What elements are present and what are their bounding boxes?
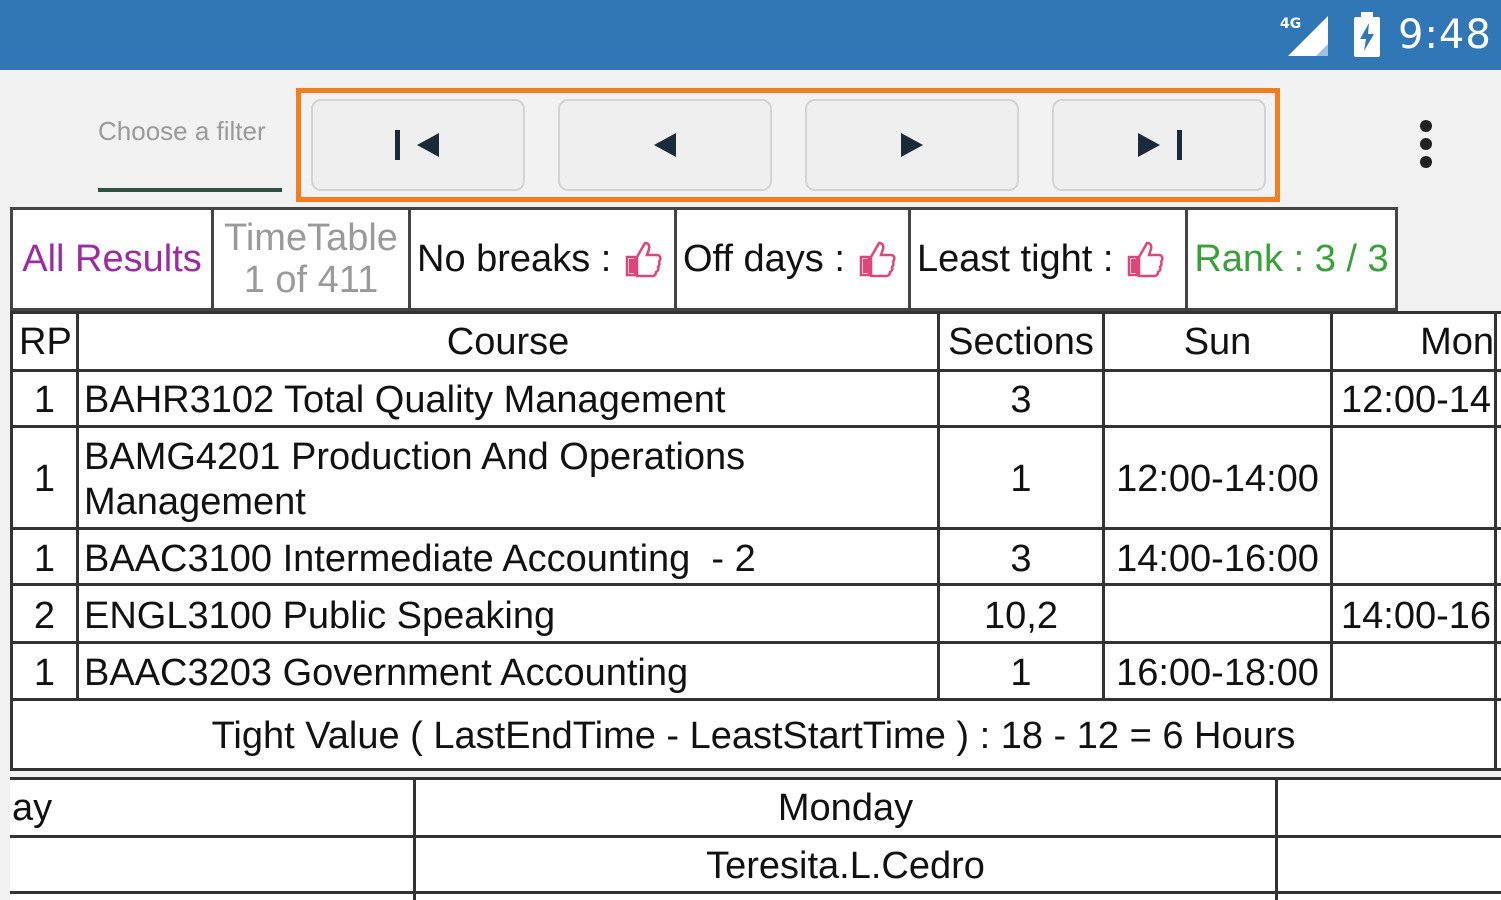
- timetable-label: TimeTable: [224, 217, 398, 259]
- schedule-header-monday: Monday: [777, 787, 914, 829]
- next-arrow-icon: [901, 133, 923, 157]
- next-page-button[interactable]: [805, 99, 1019, 191]
- off-days-filter[interactable]: Off days :: [677, 210, 911, 308]
- cell-sections: 1: [1010, 458, 1032, 500]
- off-days-label: Off days :: [683, 237, 845, 280]
- previous-arrow-icon: [654, 133, 676, 157]
- summary-bar: All Results TimeTable 1 of 411 No breaks…: [10, 207, 1398, 311]
- timetable-counter: TimeTable 1 of 411: [214, 210, 411, 308]
- all-results-label: All Results: [22, 237, 202, 280]
- filter-underline: [98, 188, 282, 192]
- last-page-button[interactable]: [1052, 99, 1266, 191]
- header-rp: RP: [19, 321, 72, 363]
- cell-course: BAMG4201 Production And Operations: [84, 436, 746, 478]
- cell-rp: 1: [33, 538, 56, 580]
- cell-sun: 12:00-14:00: [1116, 458, 1319, 500]
- cell-rp: 1: [33, 379, 56, 421]
- timetable-count: 1 of 411: [243, 259, 379, 301]
- least-tight-filter[interactable]: Least tight :: [911, 210, 1188, 308]
- first-page-button[interactable]: [311, 99, 525, 191]
- tight-value-summary: Tight Value ( LastEndTime - LeastStartTi…: [211, 715, 1296, 757]
- thumbs-up-icon: [1128, 241, 1165, 278]
- cell-rp: 1: [33, 652, 56, 694]
- cell-sun: 16:00-18:00: [1116, 652, 1319, 694]
- cell-course: ENGL3100 Public Speaking: [84, 595, 556, 637]
- timetable-table: RP Course Sections Sun Mon 1 BAHR3102 To…: [10, 311, 1501, 771]
- thumbs-up-icon: [859, 241, 896, 278]
- rank-text: Rank : 3 / 3: [1194, 237, 1389, 280]
- schedule-header-day: ay: [12, 787, 53, 829]
- cell-mon: 14:00-16: [1341, 595, 1492, 637]
- header-mon: Mon: [1420, 321, 1494, 363]
- cell-mon: 12:00-14: [1341, 379, 1492, 421]
- least-tight-label: Least tight :: [917, 237, 1114, 280]
- rank-label: Rank : 3 / 3: [1188, 210, 1395, 308]
- weekly-schedule-table: ay Monday Teresita.L.Cedro: [10, 777, 1501, 900]
- status-bar: 4G 9:48: [0, 0, 1501, 70]
- thumbs-up-icon: [626, 241, 662, 278]
- cell-sun: 14:00-16:00: [1116, 538, 1319, 580]
- skip-to-first-icon: [395, 130, 439, 160]
- overflow-menu-icon[interactable]: [1405, 118, 1449, 170]
- battery-charging-icon: [1354, 12, 1380, 57]
- page-navigation: [296, 88, 1280, 202]
- cell-sections: 1: [1010, 652, 1032, 694]
- cell-course-continued: Management: [84, 481, 306, 523]
- cell-course: BAAC3100 Intermediate Accounting - 2: [84, 538, 756, 580]
- signal-icon: 4G: [1280, 16, 1328, 56]
- filter-placeholder: Choose a filter: [98, 116, 266, 146]
- clock: 9:48: [1398, 12, 1492, 58]
- cell-sections: 3: [1010, 538, 1032, 580]
- header-sections: Sections: [948, 321, 1094, 363]
- cell-course: BAHR3102 Total Quality Management: [84, 379, 726, 421]
- no-breaks-label: No breaks :: [417, 237, 612, 280]
- cell-sections: 10,2: [984, 595, 1058, 637]
- previous-page-button[interactable]: [558, 99, 772, 191]
- header-course: Course: [446, 321, 570, 363]
- no-breaks-filter[interactable]: No breaks :: [411, 210, 677, 308]
- cell-rp: 2: [33, 595, 56, 637]
- all-results-tab[interactable]: All Results: [13, 210, 214, 308]
- filter-input[interactable]: Choose a filter: [98, 112, 282, 194]
- schedule-instructor: Teresita.L.Cedro: [706, 845, 985, 887]
- header-sun: Sun: [1183, 321, 1252, 363]
- cell-rp: 1: [33, 458, 56, 500]
- cell-sections: 3: [1010, 379, 1032, 421]
- skip-to-last-icon: [1138, 130, 1182, 160]
- cell-course: BAAC3203 Government Accounting: [84, 652, 689, 694]
- network-type-label: 4G: [1280, 16, 1301, 32]
